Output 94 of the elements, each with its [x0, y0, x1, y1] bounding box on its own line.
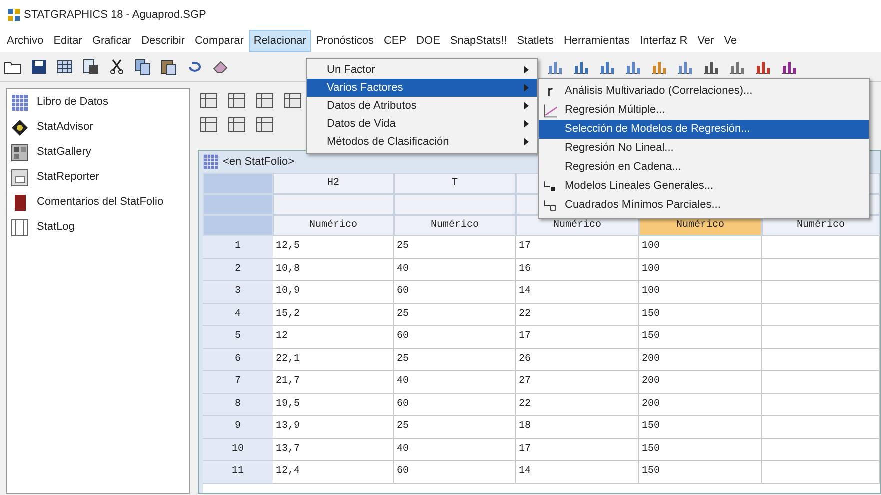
row-number: 11	[203, 461, 273, 484]
menu-option[interactable]: Varios Factores	[307, 79, 537, 97]
table-cell: 17	[516, 438, 639, 461]
table-cell: 12,5	[273, 236, 394, 258]
table-cell: 14	[516, 281, 639, 304]
row-number: 3	[203, 281, 273, 304]
table-cell: 13,9	[273, 416, 394, 438]
sidebar-item[interactable]: Comentarios del StatFolio	[7, 193, 189, 212]
sidebar-item[interactable]: Libro de Datos	[7, 93, 189, 112]
table-cell: 22	[516, 394, 639, 416]
table-cell: 40	[394, 258, 516, 281]
table-cell: 150	[639, 438, 762, 461]
menu-item[interactable]: Ve	[719, 30, 742, 52]
table-cell: 200	[639, 348, 762, 371]
row-number: 4	[203, 304, 273, 326]
table-cell: 17	[516, 326, 639, 348]
table-cell: 150	[639, 461, 762, 484]
table-cell: 100	[639, 258, 762, 281]
table-cell: 60	[394, 461, 516, 484]
table-cell: 200	[639, 394, 762, 416]
table-cell: 12,4	[273, 461, 394, 484]
column-type-header[interactable]: Numérico	[394, 215, 516, 236]
table-cell: 25	[394, 304, 516, 326]
table-cell: 12	[273, 326, 394, 348]
sidebar-item[interactable]: StatGallery	[7, 143, 189, 162]
menu-option[interactable]: Selección de Modelos de Regresión...	[539, 120, 869, 139]
table-cell: 22	[516, 304, 639, 326]
menu-option[interactable]: Regresión Múltiple...	[539, 101, 869, 120]
menu-option[interactable]: Regresión No Lineal...	[539, 139, 869, 158]
table-cell: 15,2	[273, 304, 394, 326]
window-title: STATGRAPHICS 18 - Aguaprod.SGP	[24, 8, 206, 23]
row-number: 7	[203, 371, 273, 394]
table-cell: 60	[394, 326, 516, 348]
menu-item[interactable]: SnapStats!!	[445, 30, 512, 52]
menu-item[interactable]: Archivo	[2, 30, 49, 52]
table-cell: 22,1	[273, 348, 394, 371]
menu-option[interactable]: Análisis Multivariado (Correlaciones)...	[539, 82, 869, 101]
table-cell: 100	[639, 281, 762, 304]
column-type-header[interactable]: Numérico	[273, 215, 394, 236]
menu-item[interactable]: Comparar	[190, 30, 249, 52]
table-cell: 19,5	[273, 394, 394, 416]
column-header[interactable]: T	[394, 173, 516, 194]
table-cell: 150	[639, 304, 762, 326]
data-window-title: <en StatFolio>	[223, 154, 295, 170]
row-number: 6	[203, 348, 273, 371]
row-number: 9	[203, 416, 273, 438]
menu-item[interactable]: CEP	[378, 30, 412, 52]
table-cell: 40	[394, 371, 516, 394]
column-header[interactable]: H2	[273, 173, 394, 194]
menu-item[interactable]: Herramientas	[558, 30, 636, 52]
menu-option[interactable]: Modelos Lineales Generales...	[539, 177, 869, 196]
menu-item[interactable]: Describir	[136, 30, 190, 52]
table-cell: 150	[639, 416, 762, 438]
menu-item[interactable]: Editar	[48, 30, 88, 52]
menu-option[interactable]: Un Factor	[307, 61, 537, 79]
menu-option[interactable]: Métodos de Clasificación	[307, 133, 537, 151]
table-cell: 200	[639, 371, 762, 394]
table-cell: 16	[516, 258, 639, 281]
menu-option[interactable]: Datos de Atributos	[307, 97, 537, 115]
row-number: 1	[203, 236, 273, 258]
table-cell: 14	[516, 461, 639, 484]
menu-item[interactable]: Interfaz R	[635, 30, 693, 52]
table-cell: 10,8	[273, 258, 394, 281]
row-number: 10	[203, 438, 273, 461]
table-cell: 60	[394, 281, 516, 304]
menu-item[interactable]: Pronósticos	[311, 30, 379, 52]
table-cell: 60	[394, 394, 516, 416]
table-cell: 27	[516, 371, 639, 394]
menu-item[interactable]: Statlets	[512, 30, 559, 52]
sidebar-item[interactable]: StatAdvisor	[7, 118, 189, 137]
sidebar-item[interactable]: StatLog	[7, 218, 189, 237]
table-cell: 25	[394, 236, 516, 258]
table-cell: 150	[639, 326, 762, 348]
menu-option[interactable]: Datos de Vida	[307, 115, 537, 133]
menu-option[interactable]: Regresión en Cadena...	[539, 158, 869, 177]
table-cell: 40	[394, 438, 516, 461]
row-number: 5	[203, 326, 273, 348]
menu-item[interactable]: Ver	[692, 30, 720, 52]
row-number: 2	[203, 258, 273, 281]
sidebar-item[interactable]: StatReporter	[7, 168, 189, 187]
menu-item[interactable]: Graficar	[87, 30, 137, 52]
table-cell: 100	[639, 236, 762, 258]
menu-option[interactable]: Cuadrados Mínimos Parciales...	[539, 196, 869, 215]
table-cell: 17	[516, 236, 639, 258]
table-cell: 21,7	[273, 371, 394, 394]
row-number: 8	[203, 394, 273, 416]
menu-item[interactable]: Relacionar	[248, 30, 312, 52]
menu-item[interactable]: DOE	[412, 30, 446, 52]
table-cell: 10,9	[273, 281, 394, 304]
table-cell: 26	[516, 348, 639, 371]
table-cell: 18	[516, 416, 639, 438]
table-cell: 13,7	[273, 438, 394, 461]
table-cell: 25	[394, 416, 516, 438]
table-cell: 25	[394, 348, 516, 371]
